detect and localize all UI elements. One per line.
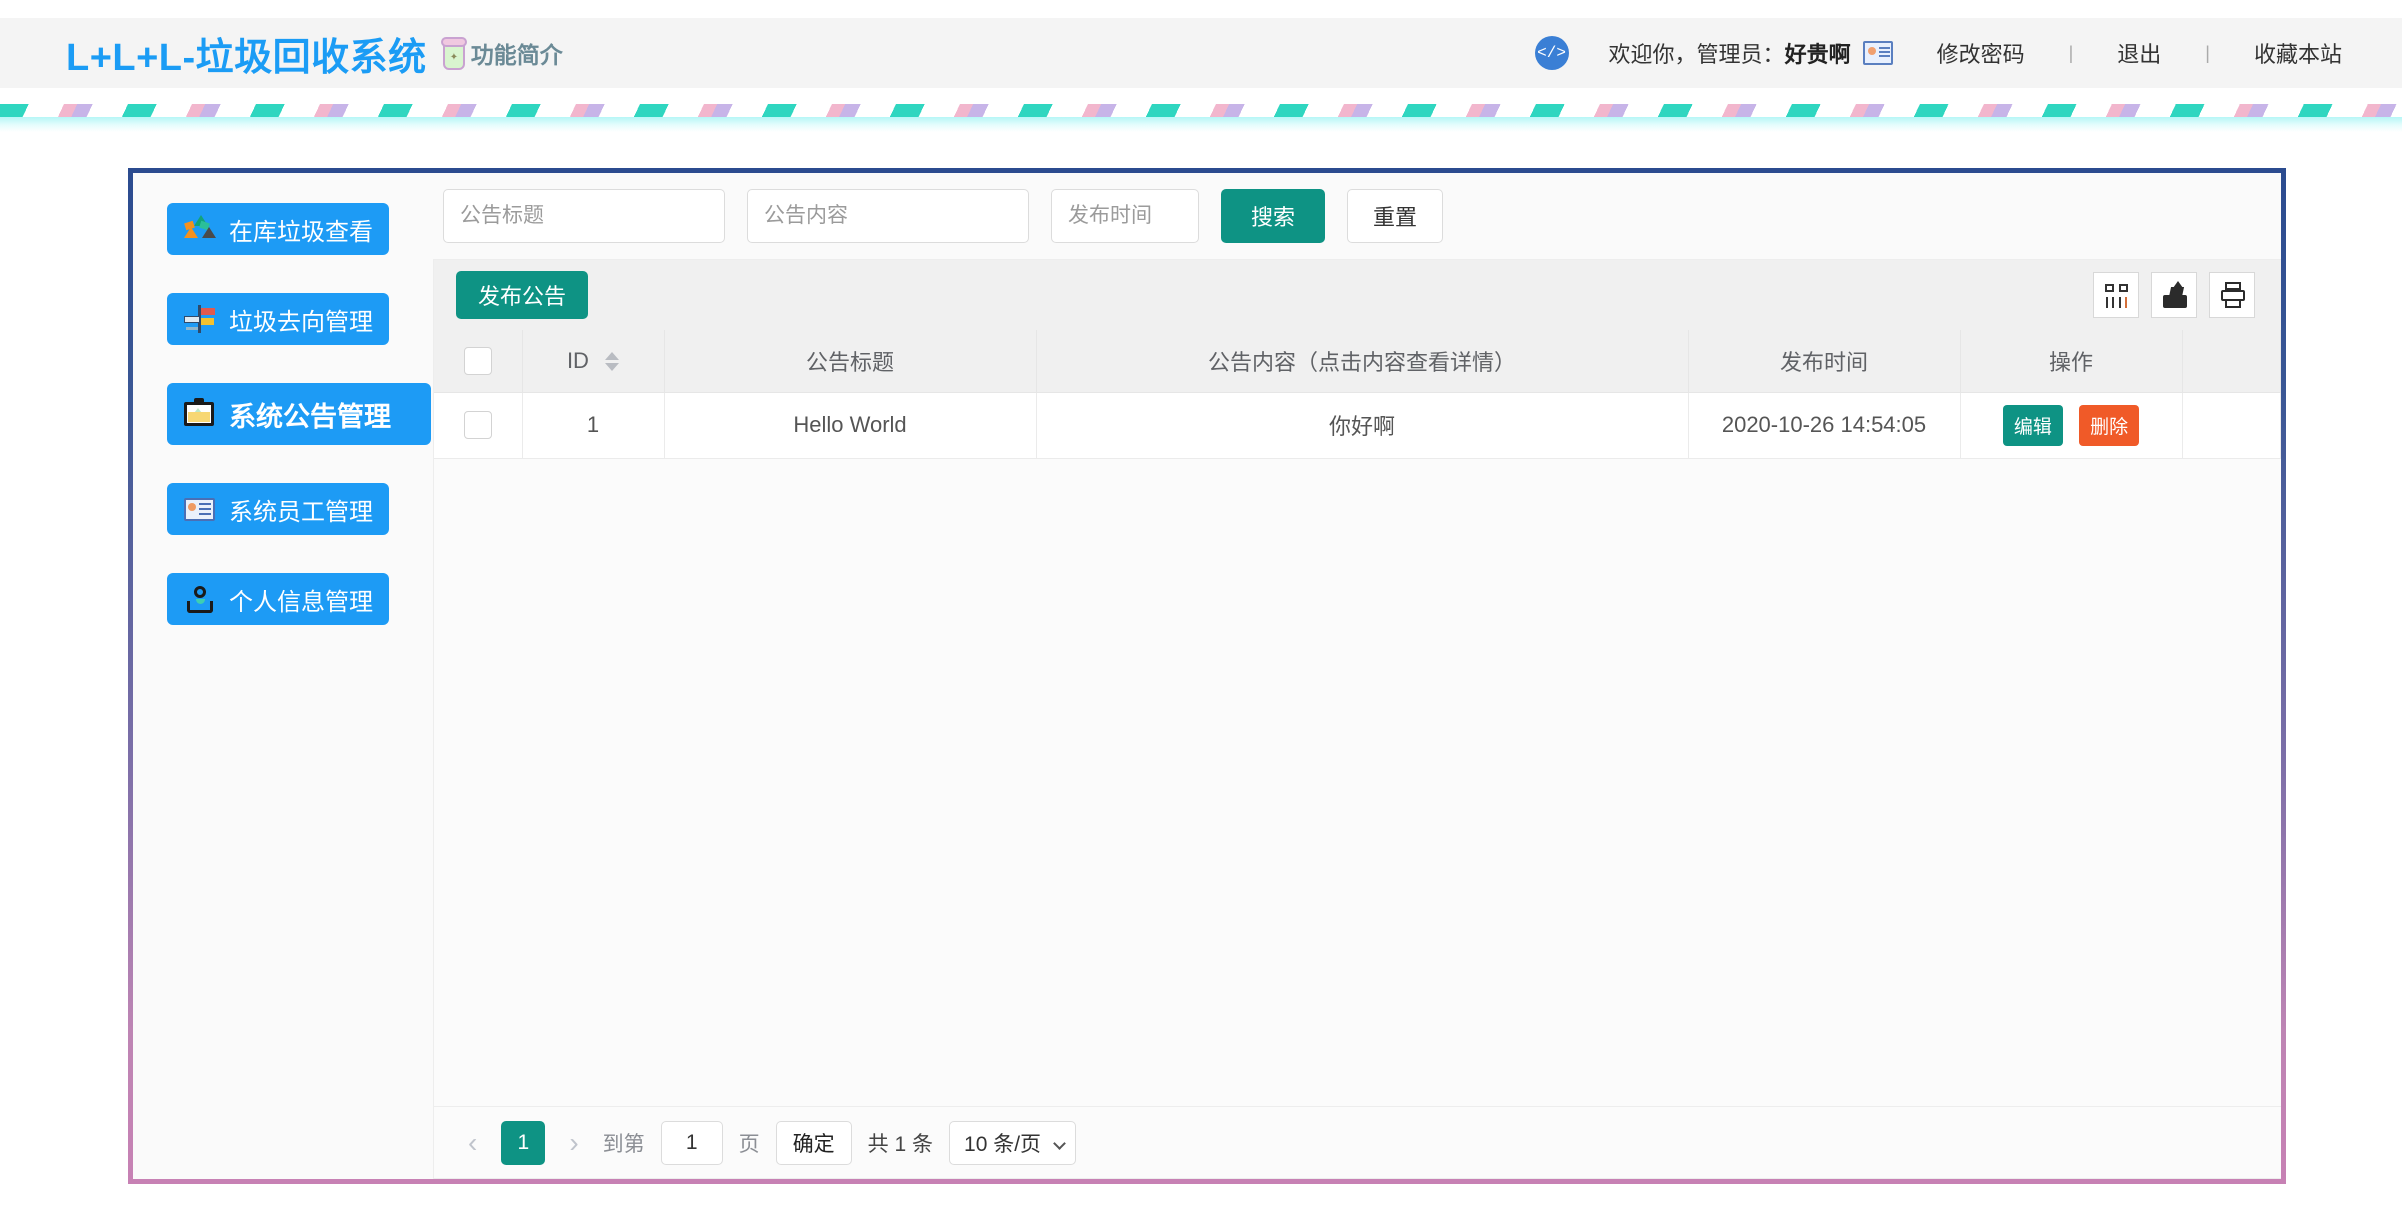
main-content: 搜索 重置 发布公告	[433, 173, 2281, 1179]
sidebar-item-label: 系统公告管理	[229, 401, 391, 432]
table-empty-area	[434, 458, 2281, 1106]
goto-confirm-button[interactable]: 确定	[775, 1120, 852, 1165]
announcement-table: ID 公告标题 公告内容（点击内容查看详情） 发布时间 操作 1 Hello W…	[434, 330, 2281, 459]
reset-button[interactable]: 重置	[1347, 189, 1443, 243]
table-header-spacer	[2182, 330, 2281, 393]
page-size-label: 10 条/页	[964, 1132, 1042, 1156]
logout-link[interactable]: 退出	[2117, 37, 2161, 69]
header-separator-1: |	[2068, 42, 2074, 63]
table-header-time: 发布时间	[1688, 330, 1961, 393]
id-card-icon	[1862, 41, 1893, 65]
table-header-select-all	[434, 330, 523, 393]
goto-page-input[interactable]	[660, 1120, 723, 1165]
brand: L+L+L-垃圾回收系统 ✦ 功能简介	[66, 26, 563, 81]
columns-toggle-icon[interactable]	[2093, 272, 2139, 318]
row-id: 1	[522, 392, 665, 459]
sidebar-item-label: 个人信息管理	[229, 588, 373, 616]
page-title: L+L+L-垃圾回收系统	[66, 36, 427, 79]
sidebar-item-label: 在库垃圾查看	[229, 218, 373, 246]
search-title-input[interactable]	[443, 189, 725, 243]
select-all-checkbox[interactable]	[463, 346, 492, 375]
row-time: 2020-10-26 14:54:05	[1688, 392, 1961, 459]
sidebar-item-label: 垃圾去向管理	[229, 308, 373, 336]
recycle-icon	[183, 214, 217, 244]
table-header-row: ID 公告标题 公告内容（点击内容查看详情） 发布时间 操作	[434, 330, 2281, 393]
table-card: 发布公告 ID 公告标题 公告内容（点击内容查看详情） 发布时间 操作 1 He…	[433, 259, 2281, 1179]
sort-arrows-icon[interactable]	[605, 352, 620, 372]
search-content-input[interactable]	[747, 189, 1029, 243]
page-size-select[interactable]: 10 条/页	[949, 1120, 1077, 1165]
search-date-input[interactable]	[1051, 189, 1199, 243]
table-header-title: 公告标题	[664, 330, 1037, 393]
sidebar-item-label: 系统员工管理	[229, 498, 373, 526]
table-tool-icons	[2093, 272, 2255, 318]
next-page-button[interactable]: ›	[561, 1127, 586, 1159]
code-badge-icon[interactable]: </>	[1534, 36, 1569, 70]
header-right-group: </> 欢迎你，管理员：好贵啊 修改密码 | 退出 | 收藏本站	[1534, 36, 2342, 70]
content-frame: 在库垃圾查看 垃圾去向管理 系统公告管理 系统员工管理 个人信息管理 公告标题 …	[128, 168, 2286, 1184]
bookmark-site-link[interactable]: 收藏本站	[2254, 37, 2342, 69]
welcome-username: 好贵啊	[1784, 42, 1851, 67]
id-card-icon	[183, 494, 217, 524]
goto-prefix-label: 到第	[602, 1132, 645, 1156]
page-number-1[interactable]: 1	[501, 1120, 546, 1165]
row-actions: 编辑 删除	[1960, 392, 2183, 459]
row-select-cell	[434, 392, 523, 459]
decorative-stripe-divider	[0, 104, 2402, 132]
sidebar-item-staff-management[interactable]: 系统员工管理	[167, 483, 389, 535]
welcome-prefix: 欢迎你，管理员：	[1608, 42, 1785, 67]
row-title: Hello World	[664, 392, 1037, 459]
sidebar-item-profile-management[interactable]: 个人信息管理	[167, 573, 389, 625]
table-toolbar: 发布公告	[434, 260, 2281, 330]
goto-suffix-label: 页	[738, 1132, 760, 1156]
person-icon	[183, 584, 217, 614]
sidebar-item-disposal-management[interactable]: 垃圾去向管理	[167, 293, 389, 345]
total-count-label: 共 1 条	[867, 1132, 934, 1156]
brand-subtitle-link[interactable]: 功能简介	[471, 36, 563, 70]
row-checkbox[interactable]	[463, 411, 492, 440]
row-content[interactable]: 你好啊	[1036, 392, 1689, 459]
sidebar-item-warehouse-view[interactable]: 在库垃圾查看	[167, 203, 389, 255]
change-password-link[interactable]: 修改密码	[1937, 37, 2025, 69]
top-header-bar: L+L+L-垃圾回收系统 ✦ 功能简介 </> 欢迎你，管理员：好贵啊 修改密码…	[0, 18, 2402, 88]
sidebar-item-announcement-management[interactable]: 系统公告管理	[167, 383, 431, 445]
edit-button[interactable]: 编辑	[2002, 404, 2063, 446]
publish-announcement-button[interactable]: 发布公告	[456, 271, 589, 319]
chevron-down-icon	[1053, 1136, 1066, 1150]
table-header-action: 操作	[1960, 330, 2183, 393]
prev-page-button[interactable]: ‹	[460, 1127, 485, 1159]
table-header-id[interactable]: ID	[522, 330, 665, 393]
trash-cup-icon: ✦	[440, 36, 467, 70]
welcome-text: 欢迎你，管理员：好贵啊	[1609, 37, 1851, 69]
signpost-icon	[183, 304, 217, 334]
header-separator-2: |	[2205, 42, 2210, 63]
print-icon[interactable]	[2209, 272, 2255, 318]
row-spacer	[2182, 392, 2281, 459]
search-button[interactable]: 搜索	[1221, 189, 1325, 243]
table-header-content: 公告内容（点击内容查看详情）	[1036, 330, 1689, 393]
search-filter-bar: 搜索 重置	[433, 173, 2281, 259]
export-icon[interactable]	[2151, 272, 2197, 318]
table-row[interactable]: 1 Hello World 你好啊 2020-10-26 14:54:05 编辑…	[434, 392, 2281, 459]
delete-button[interactable]: 删除	[2079, 404, 2140, 446]
sidebar: 在库垃圾查看 垃圾去向管理 系统公告管理 系统员工管理 个人信息管理	[133, 173, 433, 1179]
table-header-id-label: ID	[566, 347, 589, 373]
picture-board-icon	[183, 398, 217, 429]
pagination: ‹ 1 › 到第 页 确定 共 1 条 10 条/页	[434, 1106, 2281, 1178]
